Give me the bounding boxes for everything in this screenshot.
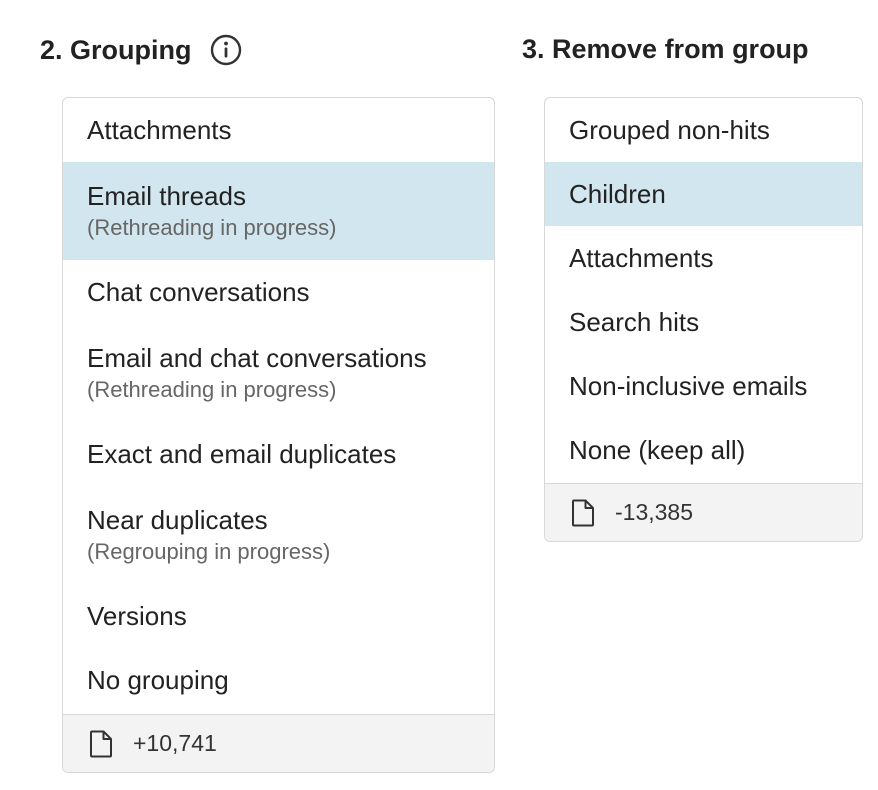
option-label: Attachments xyxy=(569,243,714,273)
option-status: (Rethreading in progress) xyxy=(87,215,337,240)
remove-option-attachments[interactable]: Attachments xyxy=(545,226,862,290)
grouping-footer: +10,741 xyxy=(63,714,494,772)
remove-header: 3. Remove from group xyxy=(522,34,809,65)
grouping-options-panel: Attachments Email threads (Rethreading i… xyxy=(62,97,495,773)
document-icon xyxy=(90,730,112,757)
option-label: Non-inclusive emails xyxy=(569,371,808,401)
grouping-option-attachments[interactable]: Attachments xyxy=(63,98,494,162)
option-label: Near duplicates xyxy=(87,505,268,535)
option-status: (Regrouping in progress) xyxy=(87,539,331,564)
option-label: Email and chat conversations xyxy=(87,343,427,373)
grouping-doc-count: +10,741 xyxy=(133,730,217,756)
grouping-option-email-threads[interactable]: Email threads (Rethreading in progress) xyxy=(63,162,494,260)
grouping-option-versions[interactable]: Versions xyxy=(63,584,494,648)
remove-doc-count: -13,385 xyxy=(615,499,694,525)
remove-options-panel: Grouped non-hits Children Attachments Se… xyxy=(544,97,863,542)
option-label: Exact and email duplicates xyxy=(87,439,397,469)
remove-option-grouped-non-hits[interactable]: Grouped non-hits xyxy=(545,98,862,162)
remove-title: 3. Remove from group xyxy=(522,34,809,64)
remove-option-children[interactable]: Children xyxy=(545,162,862,226)
option-label: None (keep all) xyxy=(569,435,746,465)
option-label: Attachments xyxy=(87,115,232,145)
remove-option-search-hits[interactable]: Search hits xyxy=(545,290,862,354)
option-label: Children xyxy=(569,179,666,209)
option-status: (Rethreading in progress) xyxy=(87,377,337,402)
grouping-title: 2. Grouping xyxy=(40,34,192,65)
grouping-option-exact-email-duplicates[interactable]: Exact and email duplicates xyxy=(63,422,494,486)
remove-option-non-inclusive-emails[interactable]: Non-inclusive emails xyxy=(545,354,862,418)
grouping-option-near-duplicates[interactable]: Near duplicates (Regrouping in progress) xyxy=(63,486,494,584)
grouping-option-chat-conversations[interactable]: Chat conversations xyxy=(63,260,494,324)
document-icon xyxy=(572,499,594,526)
option-label: Email threads xyxy=(87,181,246,211)
remove-footer: -13,385 xyxy=(545,483,862,541)
grouping-header: 2. Grouping xyxy=(40,34,242,66)
remove-option-none-keep-all[interactable]: None (keep all) xyxy=(545,418,862,482)
option-label: Grouped non-hits xyxy=(569,115,770,145)
option-label: Chat conversations xyxy=(87,277,310,307)
grouping-option-email-and-chat[interactable]: Email and chat conversations (Rethreadin… xyxy=(63,324,494,422)
info-circle-icon[interactable] xyxy=(210,34,242,66)
option-label: No grouping xyxy=(87,665,229,695)
option-label: Versions xyxy=(87,601,187,631)
option-label: Search hits xyxy=(569,307,700,337)
grouping-option-no-grouping[interactable]: No grouping xyxy=(63,648,494,712)
